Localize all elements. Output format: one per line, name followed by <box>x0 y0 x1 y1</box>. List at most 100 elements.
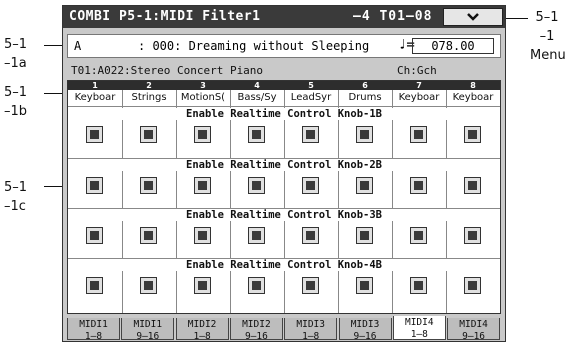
enable-knob-checkbox[interactable] <box>86 177 103 194</box>
timbre-name: Drums <box>348 92 382 103</box>
tab-midi1-1-8[interactable]: MIDI1 1–8 <box>67 318 120 341</box>
enable-knob-checkbox[interactable] <box>410 277 427 294</box>
section-label: Enable Realtime Control Knob-3B <box>68 209 500 221</box>
checkbox-checked-indicator <box>144 281 153 290</box>
checkbox-checked-indicator <box>198 130 207 139</box>
timbre-number: 7 <box>416 81 422 90</box>
tab-midi2-9-16[interactable]: MIDI2 9–16 <box>229 318 283 342</box>
enable-knob-checkbox[interactable] <box>410 227 427 244</box>
column-divider <box>230 90 231 313</box>
enable-knob-checkbox[interactable] <box>248 177 265 194</box>
enable-knob-checkbox[interactable] <box>464 177 481 194</box>
checkbox-checked-indicator <box>198 231 207 240</box>
enable-knob-checkbox[interactable] <box>140 227 157 244</box>
enable-knob-checkbox[interactable] <box>356 227 373 244</box>
enable-knob-checkbox[interactable] <box>140 177 157 194</box>
tab-label-line2: 9–16 <box>136 331 160 342</box>
enable-knob-checkbox[interactable] <box>248 227 265 244</box>
enable-knob-checkbox[interactable] <box>86 277 103 294</box>
timbre-number: 6 <box>362 81 368 90</box>
column-divider <box>122 90 123 313</box>
checkbox-checked-indicator <box>306 231 315 240</box>
checkbox-checked-indicator <box>252 231 261 240</box>
timbre-program: T01:A022:Stereo Concert Piano <box>71 64 264 77</box>
column-divider <box>392 90 393 313</box>
tab-midi4-9-16[interactable]: MIDI4 9–16 <box>447 318 501 342</box>
enable-knob-checkbox[interactable] <box>248 126 265 143</box>
enable-knob-checkbox[interactable] <box>356 277 373 294</box>
enable-knob-checkbox[interactable] <box>140 277 157 294</box>
enable-knob-checkbox[interactable] <box>356 126 373 143</box>
callout-1b-line1: 5–1 <box>4 85 28 100</box>
callout-1a-line2: –1a <box>4 56 27 71</box>
callout-1c-line1: 5–1 <box>4 180 28 195</box>
checkbox-checked-indicator <box>360 130 369 139</box>
column-divider <box>446 90 447 313</box>
enable-knob-checkbox[interactable] <box>86 126 103 143</box>
enable-knob-checkbox[interactable] <box>302 177 319 194</box>
timbre-number: 1 <box>92 81 98 90</box>
tab-midi1-9-16[interactable]: MIDI1 9–16 <box>121 318 175 342</box>
midi-filter-grid: 1 2 3 4 5 6 7 8 Keyboar Strings MotionS(Bass/Sy Lea… <box>67 80 501 314</box>
tab-midi2-1-8[interactable]: MIDI2 1–8 <box>175 318 229 341</box>
callout-menu-line3: Menu <box>530 48 565 63</box>
tab-label-line1: MIDI4 <box>404 317 434 328</box>
checkbox-checked-indicator <box>306 281 315 290</box>
tempo-field[interactable]: 078.00 <box>412 38 494 54</box>
checkbox-checked-indicator <box>90 281 99 290</box>
tab-midi3-9-16[interactable]: MIDI3 9–16 <box>338 318 392 342</box>
tab-label-line1: MIDI4 <box>459 319 488 330</box>
timbre-name: LeadSyr <box>290 92 332 103</box>
enable-knob-checkbox[interactable] <box>464 227 481 244</box>
enable-knob-checkbox[interactable] <box>302 277 319 294</box>
combination-name[interactable]: : 000: Dreaming without Sleeping <box>138 39 369 53</box>
column-divider <box>284 90 285 313</box>
timbre-position: –4 T01–08 <box>353 9 433 24</box>
tab-midi4-1-8[interactable]: MIDI4 1–8 <box>392 316 446 340</box>
timbre-number: 8 <box>470 81 476 90</box>
timbre-name: Keyboar <box>452 92 494 103</box>
enable-knob-checkbox[interactable] <box>302 227 319 244</box>
enable-knob-checkbox[interactable] <box>464 277 481 294</box>
enable-knob-checkbox[interactable] <box>248 277 265 294</box>
checkbox-checked-indicator <box>360 281 369 290</box>
enable-knob-checkbox[interactable] <box>194 177 211 194</box>
section-label: Enable Realtime Control Knob-1B <box>68 108 500 120</box>
timbre-name: MotionS( <box>180 92 226 103</box>
enable-knob-checkbox[interactable] <box>194 227 211 244</box>
callout-menu: 5–1 –1 Menu <box>530 11 565 63</box>
enable-knob-checkbox[interactable] <box>194 277 211 294</box>
enable-knob-checkbox[interactable] <box>356 177 373 194</box>
checkbox-checked-indicator <box>90 181 99 190</box>
enable-knob-checkbox[interactable] <box>410 126 427 143</box>
timbre-name: Bass/Sy <box>237 92 277 103</box>
timbre-name: Keyboar <box>74 92 116 103</box>
enable-knob-checkbox[interactable] <box>302 126 319 143</box>
page-tabs: MIDI1 1–8 MIDI1 9–16 MIDI2 1–8 MIDI2 9–16 MIDI3 1… <box>63 316 505 342</box>
callout-1a-line1: 5–1 <box>4 37 28 52</box>
tab-label-line1: MIDI3 <box>350 319 380 330</box>
column-divider <box>176 90 177 313</box>
combination-bank[interactable]: A <box>74 39 81 53</box>
checkbox-checked-indicator <box>414 281 423 290</box>
checkbox-checked-indicator <box>90 130 99 139</box>
tab-label-line2: 9–16 <box>462 331 486 342</box>
tab-label-line1: MIDI3 <box>296 319 325 330</box>
checkbox-checked-indicator <box>306 130 315 139</box>
checkbox-checked-indicator <box>360 231 369 240</box>
timbre-channel: Ch:Gch <box>397 64 437 77</box>
tab-label-line2: 9–16 <box>244 331 268 342</box>
page-menu-button[interactable] <box>443 8 503 26</box>
enable-knob-checkbox[interactable] <box>464 126 481 143</box>
enable-knob-checkbox[interactable] <box>140 126 157 143</box>
enable-knob-checkbox[interactable] <box>86 227 103 244</box>
title-bar: COMBI P5-1:MIDI Filter1 –4 T01–08 <box>63 6 505 28</box>
enable-knob-checkbox[interactable] <box>410 177 427 194</box>
checkbox-checked-indicator <box>198 281 207 290</box>
tab-label-line2: 9–16 <box>353 331 377 342</box>
tab-label-line1: MIDI1 <box>79 319 108 330</box>
checkbox-checked-indicator <box>252 281 261 290</box>
enable-knob-checkbox[interactable] <box>194 126 211 143</box>
combination-select[interactable]: A : 000: Dreaming without Sleeping ♩= 07… <box>67 34 501 58</box>
tab-midi3-1-8[interactable]: MIDI3 1–8 <box>284 318 338 341</box>
